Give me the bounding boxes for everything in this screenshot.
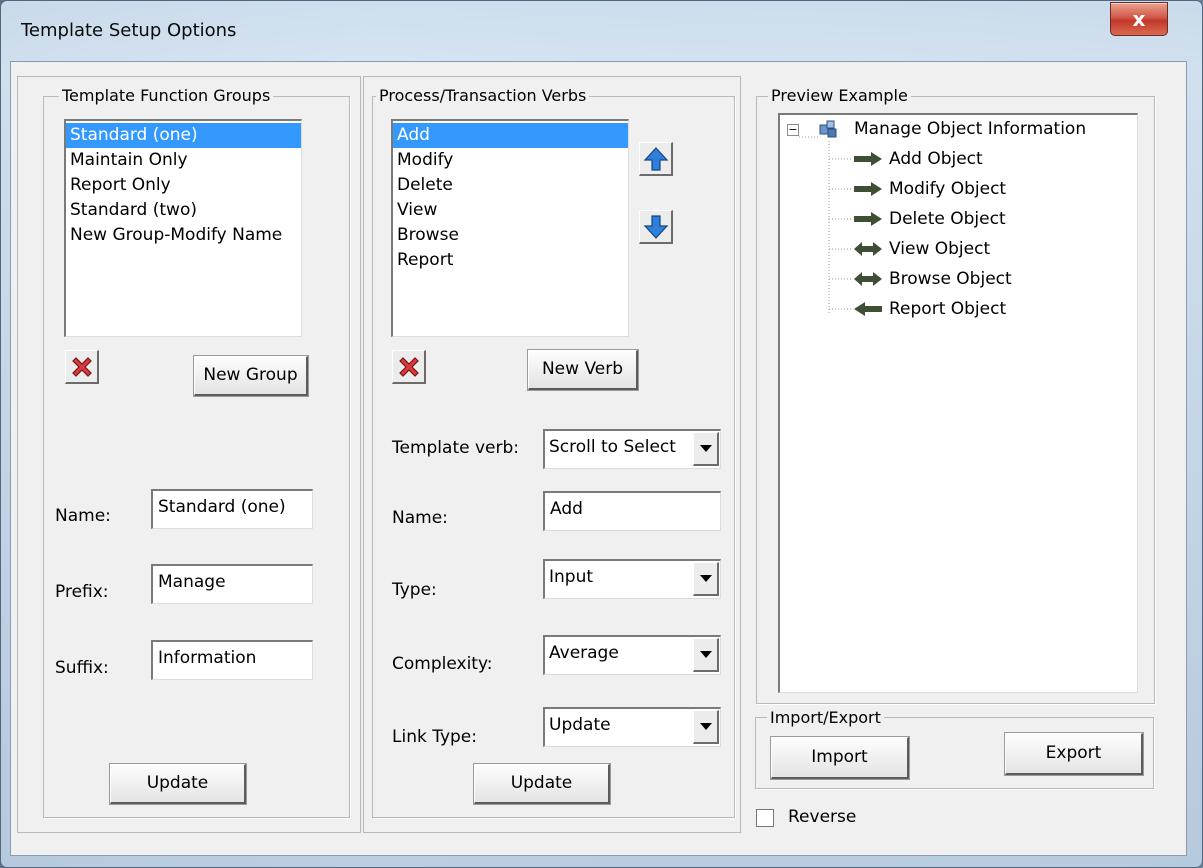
delete-group-button[interactable] bbox=[65, 350, 99, 384]
link-type-label: Link Type: bbox=[392, 727, 477, 747]
tree-item[interactable]: View Object bbox=[889, 239, 990, 259]
arrow-up-icon bbox=[643, 146, 668, 171]
tree-item[interactable]: Modify Object bbox=[889, 179, 1006, 199]
group-name-label: Name: bbox=[55, 506, 111, 526]
tree-item[interactable]: Delete Object bbox=[889, 209, 1006, 229]
list-item[interactable]: New Group-Modify Name bbox=[66, 223, 301, 248]
groups-legend: Template Function Groups bbox=[59, 86, 274, 105]
move-up-button[interactable] bbox=[639, 142, 673, 176]
list-item[interactable]: Add bbox=[393, 123, 628, 148]
arrow-both-icon bbox=[854, 242, 882, 256]
new-verb-button[interactable]: New Verb bbox=[527, 349, 639, 391]
suffix-label: Suffix: bbox=[55, 658, 109, 678]
prefix-field[interactable]: Manage bbox=[151, 564, 313, 604]
import-button[interactable]: Import bbox=[770, 736, 910, 780]
reverse-checkbox[interactable] bbox=[756, 809, 774, 827]
new-group-button[interactable]: New Group bbox=[193, 355, 309, 397]
verb-name-label: Name: bbox=[392, 508, 448, 528]
arrow-down-icon bbox=[643, 214, 668, 239]
close-icon: x bbox=[1132, 7, 1146, 31]
link-type-value: Update bbox=[549, 715, 611, 735]
delete-icon bbox=[71, 356, 92, 377]
preview-tree[interactable]: − Manage Object Information Add Object M… bbox=[778, 113, 1138, 693]
groups-listbox[interactable]: Standard (one) Maintain Only Report Only… bbox=[64, 119, 302, 337]
preview-legend: Preview Example bbox=[768, 86, 911, 105]
chevron-down-icon[interactable] bbox=[693, 638, 719, 672]
suffix-field[interactable]: Information bbox=[151, 640, 313, 680]
puzzle-icon bbox=[819, 120, 837, 138]
export-button[interactable]: Export bbox=[1004, 732, 1144, 776]
list-item[interactable]: View bbox=[393, 198, 628, 223]
import-export-legend: Import/Export bbox=[767, 708, 884, 727]
type-label: Type: bbox=[392, 580, 437, 600]
template-verb-select[interactable]: Scroll to Select bbox=[543, 429, 721, 469]
arrow-right-icon bbox=[854, 152, 882, 166]
tree-item[interactable]: Report Object bbox=[889, 299, 1006, 319]
window-title: Template Setup Options bbox=[21, 20, 237, 41]
chevron-down-icon[interactable] bbox=[693, 710, 719, 744]
tree-root-label[interactable]: Manage Object Information bbox=[854, 119, 1086, 139]
tree-item[interactable]: Browse Object bbox=[889, 269, 1012, 289]
arrow-left-icon bbox=[854, 302, 882, 316]
list-item[interactable]: Maintain Only bbox=[66, 148, 301, 173]
complexity-value: Average bbox=[549, 643, 619, 663]
group-update-button[interactable]: Update bbox=[109, 763, 247, 805]
verb-name-field[interactable]: Add bbox=[543, 491, 721, 531]
list-item[interactable]: Modify bbox=[393, 148, 628, 173]
reverse-label: Reverse bbox=[788, 807, 857, 827]
link-type-select[interactable]: Update bbox=[543, 707, 721, 747]
arrow-right-icon bbox=[854, 212, 882, 226]
tree-item[interactable]: Add Object bbox=[889, 149, 983, 169]
complexity-label: Complexity: bbox=[392, 654, 493, 674]
verbs-listbox[interactable]: Add Modify Delete View Browse Report bbox=[391, 119, 629, 337]
list-item[interactable]: Standard (two) bbox=[66, 198, 301, 223]
dialog-window: Template Setup Options x Template Functi… bbox=[0, 0, 1203, 868]
collapse-icon[interactable]: − bbox=[787, 124, 799, 136]
complexity-select[interactable]: Average bbox=[543, 635, 721, 675]
arrow-both-icon bbox=[854, 272, 882, 286]
verbs-legend: Process/Transaction Verbs bbox=[376, 86, 590, 105]
list-item[interactable]: Delete bbox=[393, 173, 628, 198]
type-select[interactable]: Input bbox=[543, 559, 721, 599]
move-down-button[interactable] bbox=[639, 210, 673, 244]
chevron-down-icon[interactable] bbox=[693, 562, 719, 596]
verb-update-button[interactable]: Update bbox=[473, 763, 611, 805]
prefix-label: Prefix: bbox=[55, 582, 109, 602]
list-item[interactable]: Browse bbox=[393, 223, 628, 248]
template-verb-label: Template verb: bbox=[392, 438, 520, 458]
group-name-field[interactable]: Standard (one) bbox=[151, 489, 313, 529]
list-item[interactable]: Report bbox=[393, 248, 628, 273]
delete-verb-button[interactable] bbox=[392, 350, 426, 384]
chevron-down-icon[interactable] bbox=[693, 432, 719, 466]
delete-icon bbox=[398, 356, 419, 377]
list-item[interactable]: Report Only bbox=[66, 173, 301, 198]
list-item[interactable]: Standard (one) bbox=[66, 123, 301, 148]
template-verb-value: Scroll to Select bbox=[549, 437, 676, 457]
close-button[interactable]: x bbox=[1110, 2, 1168, 36]
arrow-right-icon bbox=[854, 182, 882, 196]
type-value: Input bbox=[549, 567, 594, 587]
